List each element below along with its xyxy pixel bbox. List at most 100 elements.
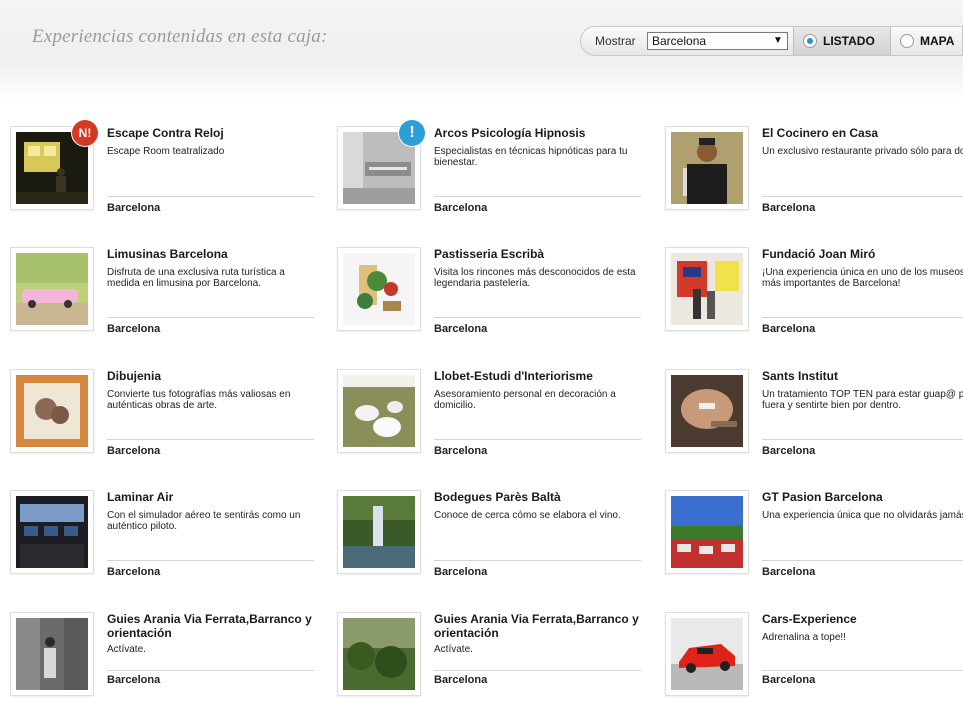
experience-title[interactable]: Escape Contra Reloj	[107, 126, 319, 140]
experience-card[interactable]: Limusinas Barcelona Disfruta de una exclu…	[10, 247, 320, 342]
experience-description: Escape Room teatralizado	[107, 146, 225, 157]
thumbnail-image	[343, 253, 415, 325]
experience-title[interactable]: Limusinas Barcelona	[107, 247, 319, 261]
card-divider	[762, 439, 963, 440]
experience-city: Barcelona	[762, 566, 816, 578]
experience-card[interactable]: Sants Institut Un tratamiento TOP TEN par…	[665, 369, 963, 464]
card-divider	[762, 317, 963, 318]
experience-card[interactable]: Dibujenia Convierte tus fotografías más v…	[10, 369, 320, 464]
experience-description: Conoce de cerca cómo se elabora el vino.	[434, 510, 621, 521]
experience-thumbnail[interactable]	[665, 126, 749, 210]
card-divider	[434, 439, 641, 440]
map-view-toggle[interactable]: MAPA	[891, 27, 963, 55]
chevron-down-icon[interactable]: ▼	[773, 34, 783, 48]
list-view-toggle[interactable]: LISTADO	[793, 27, 891, 55]
experience-card[interactable]: El Cocinero en Casa Un exclusivo restaura…	[665, 126, 963, 221]
experience-title[interactable]: Bodegues Parès Baltà	[434, 490, 646, 504]
card-divider	[107, 560, 314, 561]
experience-description: Visita los rincones más desconocidos de …	[434, 267, 636, 289]
experience-thumbnail[interactable]	[665, 490, 749, 574]
experience-title[interactable]: Pastisseria Escribà	[434, 247, 646, 261]
experience-description: Un exclusivo restaurante privado sólo pa…	[762, 146, 963, 157]
thumbnail-image	[671, 496, 743, 568]
radio-selected-icon[interactable]	[803, 34, 817, 48]
thumbnail-image	[16, 253, 88, 325]
experience-card[interactable]: Bodegues Parès Baltà Conoce de cerca cómo…	[337, 490, 647, 585]
thumbnail-image	[16, 496, 88, 568]
experience-thumbnail[interactable]	[10, 369, 94, 453]
card-divider	[107, 670, 314, 671]
experience-city: Barcelona	[107, 202, 161, 214]
experience-title[interactable]: Sants Institut	[762, 369, 963, 383]
thumbnail-image	[671, 618, 743, 690]
card-divider	[107, 439, 314, 440]
experience-description: Una experiencia única que no olvidarás j…	[762, 510, 963, 521]
city-select[interactable]: Barcelona ▼	[647, 32, 788, 50]
experience-thumbnail[interactable]	[337, 612, 421, 696]
experience-thumbnail[interactable]	[665, 247, 749, 331]
experience-title[interactable]: El Cocinero en Casa	[762, 126, 963, 140]
thumbnail-image	[343, 496, 415, 568]
experience-title[interactable]: Arcos Psicología Hipnosis	[434, 126, 646, 140]
experience-card[interactable]: Laminar Air Con el simulador aéreo te sen…	[10, 490, 320, 585]
experience-card[interactable]: GT Pasion Barcelona Una experiencia única…	[665, 490, 963, 585]
experience-city: Barcelona	[107, 566, 161, 578]
experience-description: Adrenalina a tope!!	[762, 632, 846, 643]
experience-thumbnail[interactable]	[10, 612, 94, 696]
experience-city: Barcelona	[762, 202, 816, 214]
thumbnail-image	[343, 375, 415, 447]
page-header: Experiencias contenidas en esta caja: Mo…	[0, 0, 963, 100]
experience-title[interactable]: Fundació Joan Miró	[762, 247, 963, 261]
experience-description: Convierte tus fotografías más valiosas e…	[107, 389, 291, 411]
experience-title[interactable]: Llobet-Estudi d'Interiorisme	[434, 369, 646, 383]
experience-title[interactable]: Laminar Air	[107, 490, 319, 504]
experience-city: Barcelona	[107, 323, 161, 335]
experience-card[interactable]: Fundació Joan Miró ¡Una experiencia única…	[665, 247, 963, 342]
experience-city: Barcelona	[762, 674, 816, 686]
experience-card[interactable]: Pastisseria Escribà Visita los rincones m…	[337, 247, 647, 342]
card-divider	[434, 317, 641, 318]
experience-title[interactable]: Guies Arania Via Ferrata,Barranco y orie…	[107, 612, 319, 640]
experience-title[interactable]: Guies Arania Via Ferrata,Barranco y orie…	[434, 612, 646, 640]
experience-thumbnail[interactable]	[337, 369, 421, 453]
experience-description: Disfruta de una exclusiva ruta turística…	[107, 267, 285, 289]
experience-card[interactable]: Guies Arania Via Ferrata,Barranco y orie…	[337, 612, 647, 707]
card-divider	[107, 317, 314, 318]
experience-card[interactable]: Guies Arania Via Ferrata,Barranco y orie…	[10, 612, 320, 707]
experience-city: Barcelona	[434, 674, 488, 686]
experience-card[interactable]: ! Arcos Psicología Hipnosis Especialistas …	[337, 120, 647, 221]
list-view-label: LISTADO	[823, 34, 875, 48]
experience-city: Barcelona	[762, 445, 816, 457]
card-divider	[762, 560, 963, 561]
experience-title[interactable]: GT Pasion Barcelona	[762, 490, 963, 504]
thumbnail-image	[671, 375, 743, 447]
experience-thumbnail[interactable]	[665, 369, 749, 453]
thumbnail-image	[671, 132, 743, 204]
thumbnail-image	[671, 253, 743, 325]
radio-unselected-icon[interactable]	[900, 34, 914, 48]
experience-city: Barcelona	[762, 323, 816, 335]
experience-card[interactable]: Cars-Experience Adrenalina a tope!! Barcel…	[665, 612, 963, 707]
card-divider	[762, 196, 963, 197]
experience-card[interactable]: Llobet-Estudi d'Interiorisme Asesoramient…	[337, 369, 647, 464]
experience-thumbnail[interactable]	[665, 612, 749, 696]
show-label: Mostrar	[595, 34, 636, 48]
experience-city: Barcelona	[107, 445, 161, 457]
experience-description: ¡Una experiencia única en uno de los mus…	[762, 267, 963, 289]
experience-title[interactable]: Cars-Experience	[762, 612, 963, 626]
thumbnail-image	[343, 618, 415, 690]
view-controls: Mostrar Barcelona ▼ LISTADO MAPA	[580, 26, 963, 56]
experience-thumbnail[interactable]	[337, 247, 421, 331]
thumbnail-image	[16, 618, 88, 690]
experience-thumbnail[interactable]	[10, 490, 94, 574]
page-title: Experiencias contenidas en esta caja:	[32, 26, 328, 47]
new-badge-icon: N!	[72, 120, 98, 146]
experience-description: Con el simulador aéreo te sentirás como …	[107, 510, 301, 532]
experience-city: Barcelona	[107, 674, 161, 686]
city-select-value: Barcelona	[652, 34, 707, 48]
experience-title[interactable]: Dibujenia	[107, 369, 319, 383]
experience-city: Barcelona	[434, 566, 488, 578]
experience-thumbnail[interactable]	[337, 490, 421, 574]
experience-thumbnail[interactable]	[10, 247, 94, 331]
experience-card[interactable]: N! Escape Contra Reloj Escape Room teatral…	[10, 120, 320, 221]
